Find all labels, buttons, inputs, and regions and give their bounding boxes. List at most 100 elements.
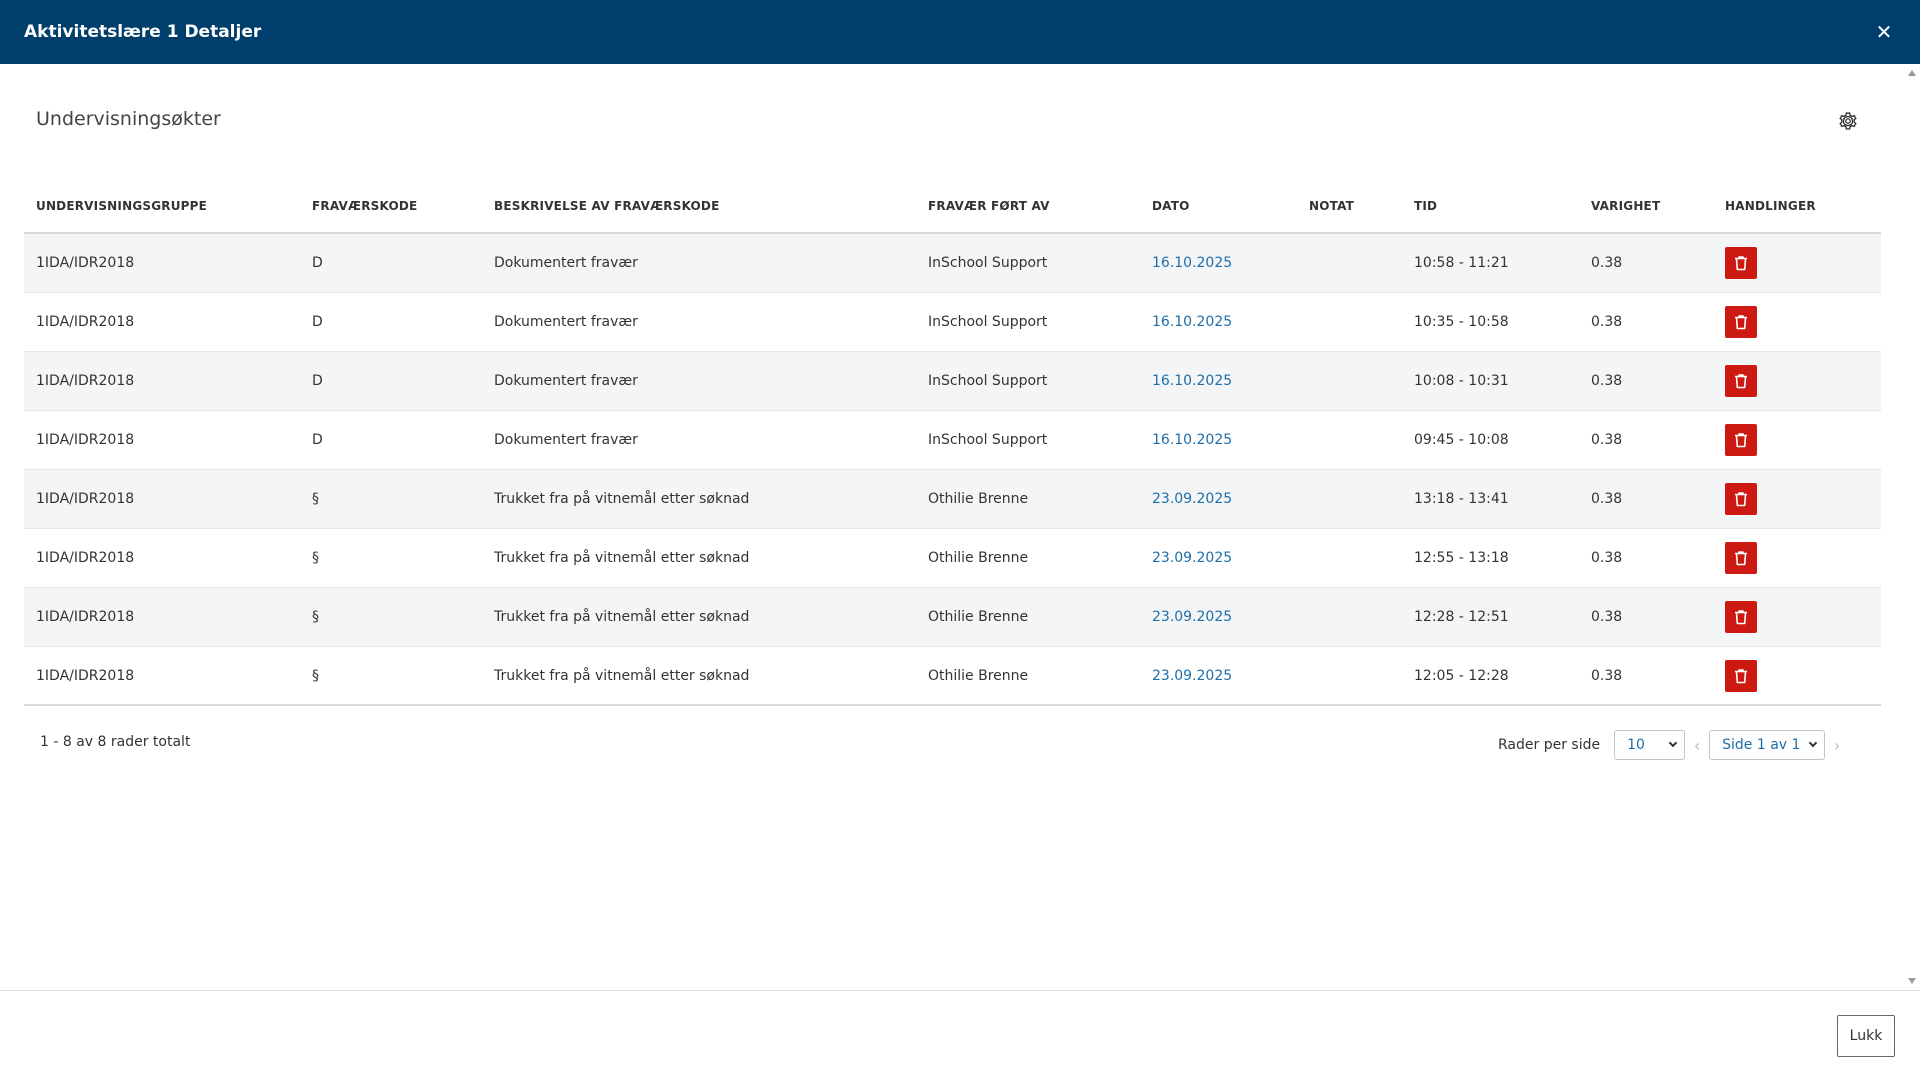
cell-registered-by: Othilie Brenne (928, 491, 1029, 507)
cell-description: Trukket fra på vitnemål etter søknad (494, 609, 750, 625)
cell-date[interactable]: 23.09.2025 (1140, 491, 1297, 507)
chevron-down-icon (1668, 738, 1678, 748)
cell-description: Dokumentert fravær (494, 255, 638, 271)
cell-group: 1IDA/IDR2018 (36, 432, 135, 448)
cell-registered-by: InSchool Support (928, 314, 1048, 330)
cell-group: 1IDA/IDR2018 (36, 373, 135, 389)
table-row: 1IDA/IDR2018 § Trukket fra på vitnemål ett… (24, 529, 1881, 588)
cell-code: § (312, 491, 319, 507)
cell-registered-by: Othilie Brenne (928, 550, 1029, 566)
page-select[interactable]: Side 1 av 1 (1709, 730, 1826, 760)
col-header-registered-by[interactable]: FRAVÆR FØRT AV (916, 199, 1140, 213)
cell-registered-by: InSchool Support (928, 373, 1048, 389)
cell-group: 1IDA/IDR2018 (36, 491, 135, 507)
trash-icon (1735, 668, 1747, 683)
cell-code: § (312, 550, 319, 566)
cell-registered-by: InSchool Support (928, 255, 1048, 271)
cell-actions (1713, 424, 1881, 456)
trash-icon (1735, 315, 1747, 330)
delete-button[interactable] (1725, 659, 1757, 692)
cell-actions (1713, 542, 1881, 574)
cell-group: 1IDA/IDR2018 (36, 314, 135, 330)
cell-group: 1IDA/IDR2018 (36, 255, 135, 271)
cell-actions (1713, 659, 1881, 692)
cell-time: 13:18 - 13:41 (1414, 491, 1509, 507)
cell-duration: 0.38 (1591, 491, 1623, 507)
table-row: 1IDA/IDR2018 § Trukket fra på vitnemål ett… (24, 588, 1881, 647)
cell-date[interactable]: 16.10.2025 (1140, 373, 1297, 389)
table-header: UNDERVISNINGSGRUPPE FRAVÆRSKODE BESKRIVE… (24, 180, 1881, 234)
col-header-description[interactable]: BESKRIVELSE AV FRAVÆRSKODE (482, 199, 916, 213)
cell-registered-by: Othilie Brenne (928, 667, 1029, 684)
delete-button[interactable] (1725, 247, 1757, 279)
cell-actions (1713, 483, 1881, 515)
cell-date[interactable]: 16.10.2025 (1140, 314, 1297, 330)
col-header-code[interactable]: FRAVÆRSKODE (300, 199, 482, 213)
table-row: 1IDA/IDR2018 D Dokumentert fravær InSchool … (24, 234, 1881, 293)
dialog-title: Aktivitetslære 1 Detaljer (24, 22, 262, 42)
trash-icon (1735, 256, 1747, 271)
col-header-group[interactable]: UNDERVISNINGSGRUPPE (24, 199, 300, 213)
cell-duration: 0.38 (1591, 314, 1623, 330)
cell-description: Trukket fra på vitnemål etter søknad (494, 550, 750, 566)
cell-date[interactable]: 16.10.2025 (1140, 255, 1297, 271)
trash-icon (1735, 433, 1747, 448)
row-count-summary: 1 - 8 av 8 rader totalt (40, 734, 191, 750)
table-body: 1IDA/IDR2018 D Dokumentert fravær InSchool … (24, 234, 1881, 706)
col-header-duration[interactable]: VARIGHET (1579, 199, 1713, 213)
cell-description: Dokumentert fravær (494, 373, 638, 389)
rows-per-page-select[interactable]: 10 (1614, 730, 1686, 760)
cell-date[interactable]: 23.09.2025 (1140, 550, 1297, 566)
col-header-actions: HANDLINGER (1725, 199, 1816, 213)
cell-actions (1713, 601, 1881, 633)
cell-registered-by: InSchool Support (928, 432, 1048, 448)
cell-description: Trukket fra på vitnemål etter søknad (494, 667, 750, 684)
cell-time: 09:45 - 10:08 (1414, 432, 1509, 448)
prev-page-button[interactable]: ‹ (1685, 730, 1709, 760)
scrollbar[interactable] (1904, 64, 1920, 990)
cell-code: D (312, 373, 323, 389)
delete-button[interactable] (1725, 483, 1757, 515)
table-row: 1IDA/IDR2018 § Trukket fra på vitnemål ett… (24, 470, 1881, 529)
cell-time: 10:35 - 10:58 (1414, 314, 1509, 330)
close-dialog-button[interactable]: Lukk (1837, 1015, 1895, 1057)
sessions-table: UNDERVISNINGSGRUPPE FRAVÆRSKODE BESKRIVE… (24, 180, 1881, 706)
cell-code: D (312, 432, 323, 448)
table-row: 1IDA/IDR2018 D Dokumentert fravær InSchool … (24, 411, 1881, 470)
delete-button[interactable] (1725, 601, 1757, 633)
delete-button[interactable] (1725, 424, 1757, 456)
cell-time: 10:08 - 10:31 (1414, 373, 1509, 389)
cell-duration: 0.38 (1591, 432, 1623, 448)
cell-duration: 0.38 (1591, 609, 1623, 625)
rows-per-page-value: 10 (1627, 737, 1645, 753)
cell-group: 1IDA/IDR2018 (36, 609, 135, 625)
cell-date[interactable]: 23.09.2025 (1140, 668, 1297, 684)
close-icon[interactable]: ✕ (1872, 20, 1896, 44)
table-row: 1IDA/IDR2018 D Dokumentert fravær InSchool … (24, 352, 1881, 411)
cell-date[interactable]: 23.09.2025 (1140, 609, 1297, 625)
cell-duration: 0.38 (1591, 550, 1623, 566)
scroll-up-icon[interactable] (1908, 70, 1916, 76)
delete-button[interactable] (1725, 306, 1757, 338)
next-page-button[interactable]: › (1825, 730, 1849, 760)
table-row: 1IDA/IDR2018 D Dokumentert fravær InSchool … (24, 293, 1881, 352)
dialog-footer: Lukk (0, 990, 1920, 1080)
delete-button[interactable] (1725, 365, 1757, 397)
cell-time: 12:28 - 12:51 (1414, 609, 1509, 625)
cell-description: Trukket fra på vitnemål etter søknad (494, 491, 750, 507)
cell-duration: 0.38 (1591, 667, 1623, 684)
cell-registered-by: Othilie Brenne (928, 609, 1029, 625)
delete-button[interactable] (1725, 542, 1757, 574)
cell-time: 12:05 - 12:28 (1414, 667, 1509, 684)
dialog-header: Aktivitetslære 1 Detaljer ✕ (0, 0, 1920, 64)
col-header-date[interactable]: DATO (1140, 199, 1297, 213)
cell-description: Dokumentert fravær (494, 314, 638, 330)
rows-per-page-label: Rader per side (1498, 737, 1601, 753)
chevron-down-icon (1808, 738, 1818, 748)
cell-date[interactable]: 16.10.2025 (1140, 432, 1297, 448)
gear-icon[interactable] (1838, 111, 1858, 131)
cell-group: 1IDA/IDR2018 (36, 667, 135, 684)
col-header-note[interactable]: NOTAT (1297, 199, 1402, 213)
col-header-time[interactable]: TID (1402, 199, 1579, 213)
scroll-down-icon[interactable] (1908, 978, 1916, 984)
